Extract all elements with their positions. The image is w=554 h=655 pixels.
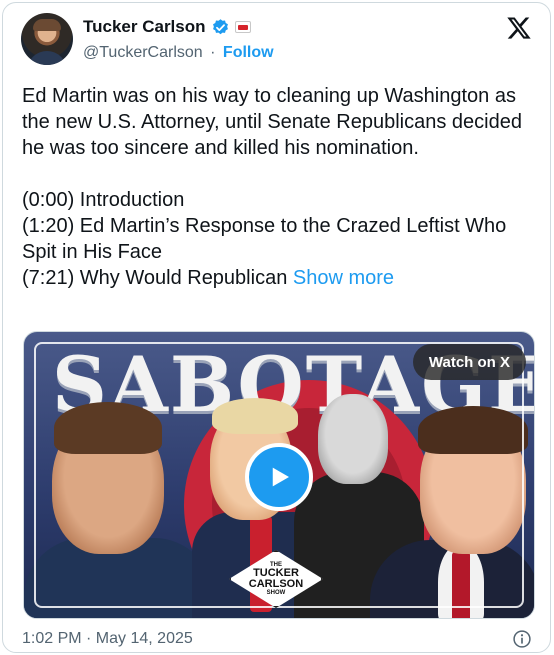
video-thumbnail[interactable]: SABOTAGE THE TUCKER CARLSON SHOW Watch o… [23,331,535,619]
tv-badge-icon [234,21,251,33]
chapter-item: (0:00) Introduction [22,189,185,211]
timestamp[interactable]: 1:02 PM · May 14, 2025 [22,630,193,648]
author-name[interactable]: Tucker Carlson [83,17,206,37]
tweet-paragraph: Ed Martin was on his way to cleaning up … [22,85,522,159]
verified-badge-icon [212,18,228,34]
badge-bottom-text: SHOW [266,590,286,596]
tweet-text: Ed Martin was on his way to cleaning up … [22,83,542,291]
play-button[interactable] [245,443,313,511]
separator: · [210,44,216,61]
author-handle[interactable]: @TuckerCarlson [83,44,203,61]
avatar[interactable] [21,13,73,65]
show-more-link[interactable]: Show more [293,267,394,289]
watch-on-x-button[interactable]: Watch on X [412,344,526,380]
tweet-card: Tucker Carlson @TuckerCarlson · Follow E… [2,2,551,653]
play-icon [272,467,289,487]
x-logo-icon[interactable] [506,15,532,41]
author-handle-row: @TuckerCarlson · Follow [83,44,274,62]
badge-line2: CARLSON [248,578,304,590]
chapter-item: (1:20) Ed Martin’s Response to the Craze… [22,215,507,263]
info-icon[interactable] [512,629,532,649]
chapter-item: (7:21) Why Would Republican [22,267,288,289]
author-name-row: Tucker Carlson [83,17,251,37]
follow-button[interactable]: Follow [223,44,274,61]
chapter-item-with-more: (7:21) Why Would Republican Show more [22,265,542,291]
